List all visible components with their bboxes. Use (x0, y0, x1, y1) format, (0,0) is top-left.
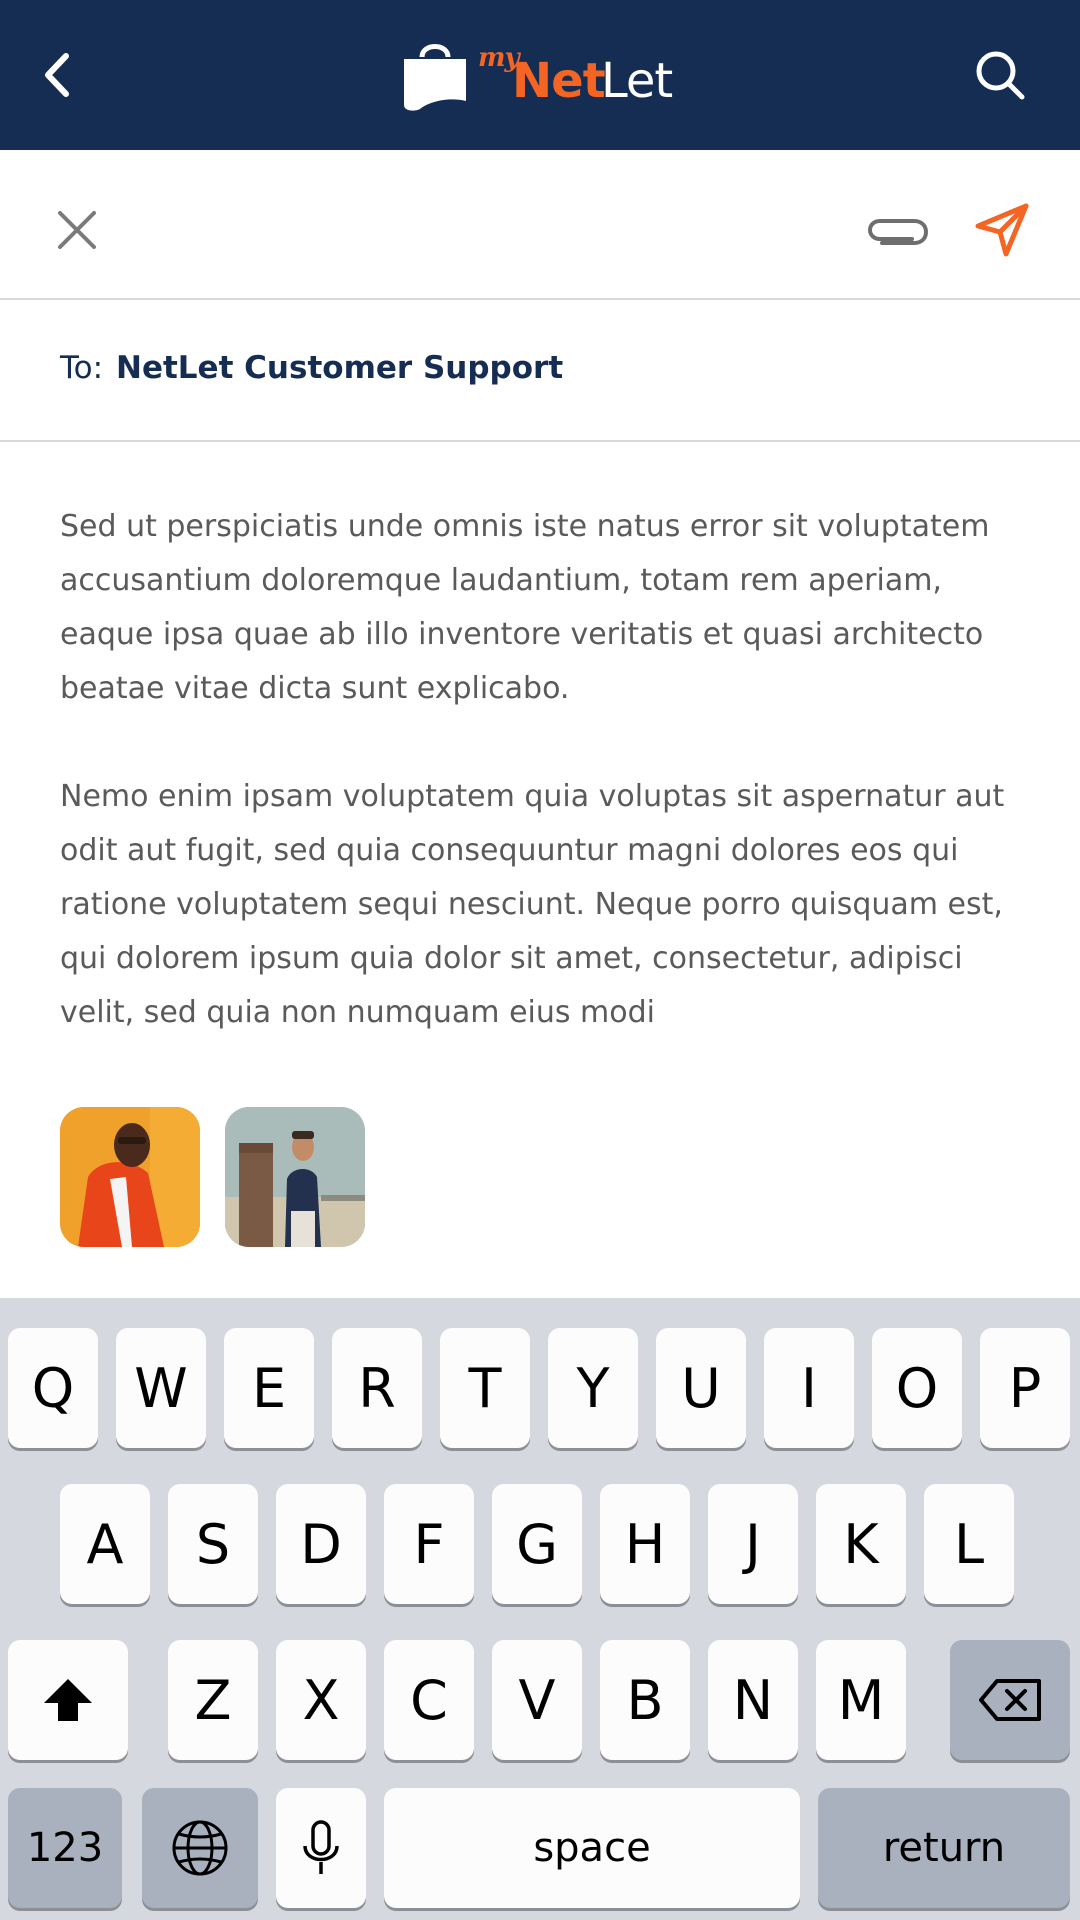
netlet-logo: my Net Let (400, 35, 690, 115)
globe-key[interactable] (142, 1788, 258, 1908)
key-v[interactable]: V (492, 1640, 582, 1760)
backspace-icon (979, 1679, 1041, 1721)
key-q[interactable]: Q (8, 1328, 98, 1448)
return-key[interactable]: return (818, 1788, 1070, 1908)
key-e[interactable]: E (224, 1328, 314, 1448)
on-screen-keyboard: Q W E R T Y U I O P A S D F G H J K L Z … (0, 1298, 1080, 1920)
key-r[interactable]: R (332, 1328, 422, 1448)
key-g[interactable]: G (492, 1484, 582, 1604)
person-photo-tower (225, 1107, 365, 1247)
backspace-key[interactable] (950, 1640, 1070, 1760)
back-button[interactable] (34, 45, 80, 105)
numbers-key[interactable]: 123 (8, 1788, 122, 1908)
microphone-icon (303, 1820, 339, 1874)
key-j[interactable]: J (708, 1484, 798, 1604)
key-p[interactable]: P (980, 1328, 1070, 1448)
shift-arrow-icon (44, 1679, 92, 1721)
key-a[interactable]: A (60, 1484, 150, 1604)
attachment-thumbnail[interactable] (60, 1107, 200, 1247)
paperclip-icon (867, 219, 929, 245)
key-o[interactable]: O (872, 1328, 962, 1448)
key-z[interactable]: Z (168, 1640, 258, 1760)
key-u[interactable]: U (656, 1328, 746, 1448)
key-h[interactable]: H (600, 1484, 690, 1604)
key-l[interactable]: L (924, 1484, 1014, 1604)
key-f[interactable]: F (384, 1484, 474, 1604)
key-s[interactable]: S (168, 1484, 258, 1604)
shift-key[interactable] (8, 1640, 128, 1760)
message-paragraph: Sed ut perspiciatis unde omnis iste natu… (60, 509, 990, 706)
key-y[interactable]: Y (548, 1328, 638, 1448)
to-label: To: (60, 350, 104, 386)
close-icon (58, 211, 96, 249)
person-photo-orange (60, 1107, 200, 1247)
key-k[interactable]: K (816, 1484, 906, 1604)
key-d[interactable]: D (276, 1484, 366, 1604)
space-key[interactable]: space (384, 1788, 800, 1908)
key-c[interactable]: C (384, 1640, 474, 1760)
recipient-name: NetLet Customer Support (116, 350, 564, 386)
key-n[interactable]: N (708, 1640, 798, 1760)
key-m[interactable]: M (816, 1640, 906, 1760)
close-button[interactable] (52, 205, 102, 255)
logo-net-text: Net (512, 53, 606, 109)
search-icon (976, 51, 1025, 100)
send-icon (975, 203, 1029, 257)
attachment-thumbnail[interactable] (225, 1107, 365, 1247)
key-w[interactable]: W (116, 1328, 206, 1448)
message-body[interactable]: Sed ut perspiciatis unde omnis iste natu… (60, 500, 1040, 1094)
message-paragraph: Nemo enim ipsam voluptatem quia voluptas… (60, 779, 1005, 1030)
attach-button[interactable] (864, 205, 930, 255)
shopping-bag-icon (404, 44, 466, 111)
app-header: my Net Let (0, 0, 1080, 150)
key-i[interactable]: I (764, 1328, 854, 1448)
search-button[interactable] (970, 45, 1030, 105)
key-t[interactable]: T (440, 1328, 530, 1448)
microphone-key[interactable] (276, 1788, 366, 1908)
send-button[interactable] (972, 200, 1032, 260)
chevron-left-icon (45, 53, 69, 97)
logo-let-text: Let (601, 53, 673, 109)
globe-icon (172, 1820, 228, 1876)
key-b[interactable]: B (600, 1640, 690, 1760)
key-x[interactable]: X (276, 1640, 366, 1760)
